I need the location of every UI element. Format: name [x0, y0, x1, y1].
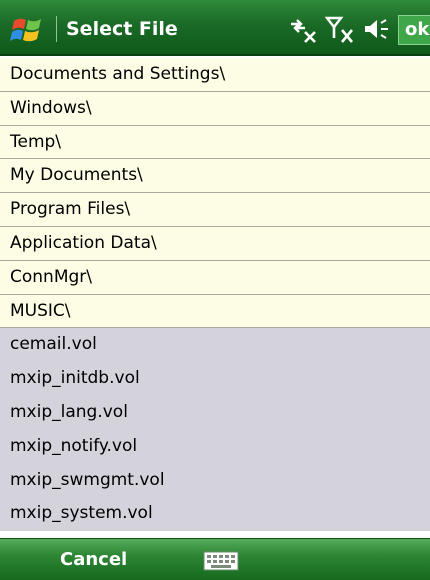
folder-item-temp[interactable]: Temp\	[0, 125, 430, 160]
softkey-bar: Cancel	[0, 538, 430, 580]
speaker-icon[interactable]	[361, 14, 393, 44]
page-title: Select File	[66, 18, 178, 40]
ok-button[interactable]: ok	[398, 15, 430, 45]
folder-item-program-files[interactable]: Program Files\	[0, 193, 430, 227]
folder-item-windows[interactable]: Windows\	[0, 91, 430, 126]
file-item-mxip-system[interactable]: mxip_system.vol	[0, 497, 430, 532]
file-item-cemail[interactable]: cemail.vol	[0, 328, 430, 363]
folder-item-application-data[interactable]: Application Data\	[0, 226, 430, 261]
title-separator	[56, 16, 57, 42]
folder-item-documents-and-settings[interactable]: Documents and Settings\	[0, 58, 430, 92]
keyboard-icon[interactable]	[198, 548, 244, 574]
folder-item-music[interactable]: MUSIC\	[0, 294, 430, 329]
file-item-mxip-notify[interactable]: mxip_notify.vol	[0, 429, 430, 464]
cancel-softkey[interactable]: Cancel	[60, 539, 127, 580]
file-item-mxip-swmgmt[interactable]: mxip_swmgmt.vol	[0, 463, 430, 498]
file-list: Documents and Settings\ Windows\ Temp\ M…	[0, 58, 430, 538]
windows-start-icon[interactable]	[8, 11, 48, 45]
file-item-mxip-initdb[interactable]: mxip_initdb.vol	[0, 362, 430, 396]
folder-item-my-documents[interactable]: My Documents\	[0, 159, 430, 194]
title-bar: Select File ok	[0, 0, 430, 56]
folder-item-connmgr[interactable]: ConnMgr\	[0, 260, 430, 295]
connectivity-icon[interactable]	[287, 14, 319, 44]
file-item-mxip-lang[interactable]: mxip_lang.vol	[0, 395, 430, 430]
signal-off-icon[interactable]	[325, 14, 357, 44]
